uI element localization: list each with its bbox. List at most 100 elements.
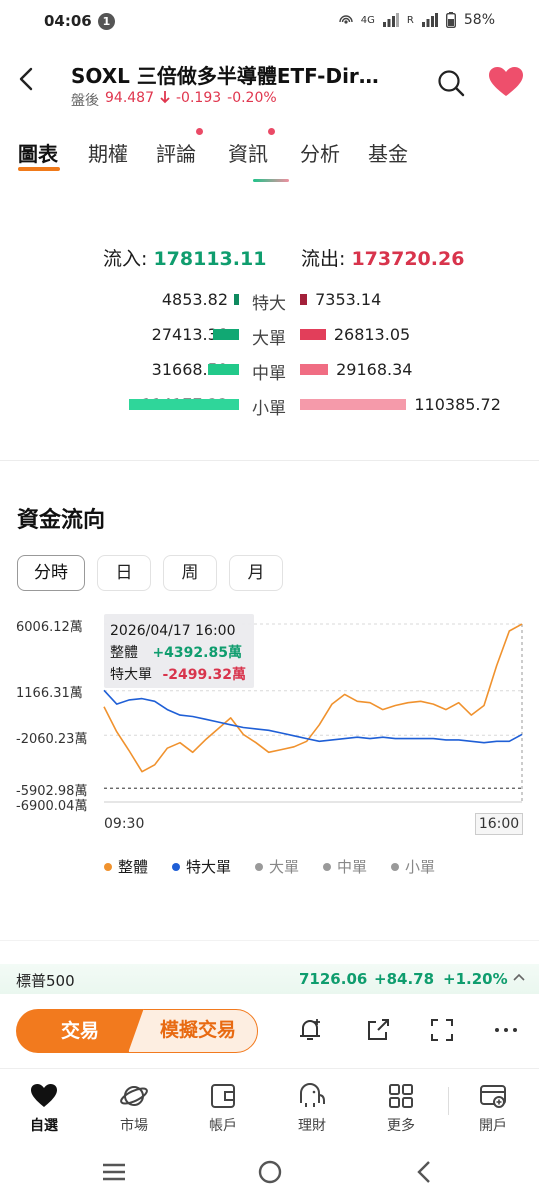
- active-tab-underline: [18, 167, 60, 171]
- search-icon[interactable]: [436, 68, 466, 98]
- section-divider: [0, 460, 539, 461]
- order-row-large: 27413.38 大單 26813.05: [0, 323, 539, 349]
- status-indicators: 4G R 58%: [339, 12, 495, 28]
- tab-news[interactable]: 資訊: [228, 138, 268, 167]
- stock-quote-line: 盤後 94.487 -0.193 -0.20%: [71, 90, 277, 110]
- favorite-heart-icon[interactable]: [488, 66, 524, 98]
- notification-count-badge: 1: [98, 13, 115, 30]
- nav-label: 開戶: [479, 1118, 507, 1134]
- nav-wealth[interactable]: 理財: [282, 1081, 342, 1135]
- inflow-total: 流入: 178113.11: [103, 244, 266, 271]
- tab-comments-dot: [196, 128, 203, 135]
- capital-flow-chart[interactable]: 6006.12萬 1166.31萬 -2060.23萬 -5902.98萬 -6…: [0, 610, 539, 840]
- legend-item[interactable]: 中單: [323, 856, 367, 877]
- tooltip-datetime: 2026/04/17 16:00: [110, 623, 236, 639]
- nav-label: 理財: [298, 1118, 326, 1134]
- price-change: -0.193: [176, 90, 222, 106]
- outflow-label: 流出:: [301, 248, 346, 270]
- tooltip-overall-value: +4392.85萬: [152, 645, 242, 661]
- trade-button[interactable]: 交易: [16, 1009, 144, 1053]
- large-inflow-bar: [212, 329, 239, 340]
- legend-item[interactable]: 特大單: [172, 856, 231, 877]
- legend-label: 中單: [337, 858, 368, 876]
- nav-watchlist[interactable]: 自選: [14, 1081, 74, 1135]
- medium-label: 中單: [252, 364, 286, 384]
- small-outflow: 110385.72: [414, 395, 501, 414]
- scroll-indicator: [253, 179, 289, 182]
- medium-outflow-bar: [300, 364, 329, 375]
- fullscreen-icon[interactable]: [428, 1016, 456, 1044]
- index-price: 7126.06: [299, 970, 368, 988]
- tab-analysis[interactable]: 分析: [300, 138, 340, 167]
- xl-outflow: 7353.14: [315, 290, 382, 309]
- status-bar: 04:06 1 4G R 58%: [0, 0, 539, 44]
- share-icon[interactable]: [364, 1016, 392, 1044]
- open-account-icon: [480, 1085, 506, 1108]
- system-back-icon[interactable]: [411, 1158, 439, 1186]
- medium-outflow: 29168.34: [336, 360, 413, 379]
- content-tabs: 圖表 期權 評論 資訊 分析 基金: [0, 128, 539, 182]
- nav-more[interactable]: 更多: [371, 1081, 431, 1135]
- grid-icon: [389, 1084, 413, 1108]
- order-row-xl: 4853.82 特大 7353.14: [0, 288, 539, 314]
- legend-dot: [172, 862, 180, 871]
- large-outflow-bar: [300, 329, 326, 340]
- legend-item[interactable]: 小單: [391, 856, 435, 877]
- nav-open-account[interactable]: 開戶: [463, 1081, 523, 1135]
- home-icon[interactable]: [256, 1158, 284, 1186]
- back-arrow-icon[interactable]: [14, 66, 40, 92]
- period-day-button[interactable]: 日: [97, 555, 151, 591]
- xl-label: 特大: [252, 294, 286, 314]
- period-week-button[interactable]: 周: [163, 555, 217, 591]
- hotspot-icon: [339, 15, 353, 24]
- capital-flow-title: 資金流向: [17, 508, 106, 533]
- last-price: 94.487: [105, 90, 154, 106]
- tab-chart[interactable]: 圖表: [18, 138, 58, 167]
- elephant-icon: [300, 1083, 325, 1107]
- action-bar: 交易 模擬交易: [0, 1006, 539, 1054]
- nav-label: 帳戶: [209, 1118, 237, 1134]
- chevron-up-icon[interactable]: [512, 970, 526, 984]
- legend-label: 特大單: [186, 858, 232, 876]
- stock-header: SOXL 三倍做多半導體ETF-Dir… 盤後 94.487 -0.193 -0…: [0, 52, 539, 116]
- tab-comments[interactable]: 評論: [156, 138, 196, 167]
- battery-level: 58%: [463, 12, 495, 28]
- y-tick-label: 1166.31萬: [16, 686, 83, 701]
- legend-item[interactable]: 大單: [255, 856, 299, 877]
- nav-market[interactable]: 市場: [104, 1081, 164, 1135]
- legend-item[interactable]: 整體: [104, 856, 148, 877]
- inflow-value: 178113.11: [153, 248, 267, 270]
- small-label: 小單: [252, 399, 286, 419]
- legend-label: 小單: [405, 858, 436, 876]
- nav-label: 更多: [387, 1118, 415, 1134]
- order-row-small: 114177.33 小單 110385.72: [0, 393, 539, 419]
- inflow-label: 流入:: [103, 248, 148, 270]
- index-ticker-bar[interactable]: 標普500 7126.06 +84.78 +1.20%: [0, 964, 539, 994]
- status-time: 04:06: [44, 12, 92, 30]
- y-tick-label: 6006.12萬: [16, 620, 83, 635]
- period-month-button[interactable]: 月: [229, 555, 283, 591]
- period-intraday-button[interactable]: 分時: [17, 555, 85, 591]
- recent-apps-icon[interactable]: [100, 1158, 128, 1186]
- simulated-trade-button[interactable]: 模擬交易: [128, 1009, 258, 1053]
- small-inflow-bar: [129, 399, 239, 410]
- tab-options[interactable]: 期權: [88, 138, 128, 167]
- y-tick-label: -6900.04萬: [16, 799, 88, 814]
- signal-icon: [382, 13, 399, 27]
- more-options-icon[interactable]: [492, 1016, 520, 1044]
- battery-icon: [445, 12, 456, 28]
- medium-inflow-bar: [208, 364, 239, 375]
- session-label: 盤後: [71, 93, 99, 109]
- large-outflow: 26813.05: [333, 325, 411, 344]
- down-arrow-icon: [160, 91, 170, 104]
- nav-account[interactable]: 帳戶: [193, 1081, 253, 1135]
- x-tick-label-end: 16:00: [475, 813, 523, 835]
- outflow-value: 173720.26: [351, 248, 465, 270]
- order-row-medium: 31668.59 中單 29168.34: [0, 358, 539, 384]
- price-alert-bell-icon[interactable]: [296, 1016, 324, 1044]
- xl-inflow-bar: [234, 294, 239, 305]
- xl-outflow-bar: [300, 294, 308, 305]
- outflow-total: 流出: 173720.26: [301, 244, 464, 271]
- nav-label: 自選: [30, 1118, 58, 1134]
- tab-fund[interactable]: 基金: [368, 138, 408, 167]
